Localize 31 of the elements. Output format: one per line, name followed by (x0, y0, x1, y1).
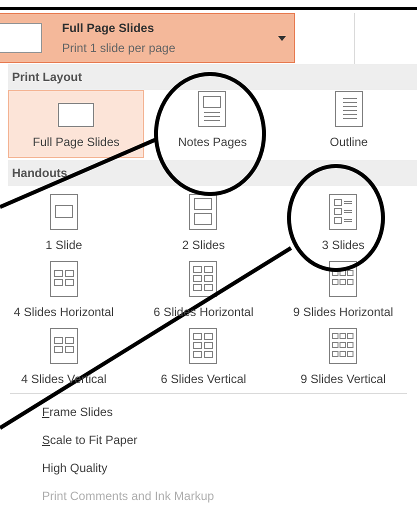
section-header: Print Layout (11, 69, 82, 86)
menu-option[interactable]: Scale to Fit Paper (42, 426, 417, 454)
page-layout-icon (334, 91, 363, 127)
page-layout-icon (329, 194, 358, 230)
layout-option[interactable]: Outline (280, 90, 417, 158)
layout-option[interactable]: 1 Slide (0, 190, 134, 257)
dropdown-title: Full Page Slides (62, 20, 156, 37)
layout-dropdown[interactable]: Full Page Slides Print 1 slide per page (0, 13, 295, 63)
layout-option[interactable]: Full Page Slides (8, 90, 144, 158)
page-layout-icon (50, 328, 78, 364)
layout-option[interactable]: 6 Slides Vertical (134, 324, 274, 391)
page-layout-icon (189, 328, 218, 364)
menu-option[interactable]: High Quality (42, 454, 417, 482)
page-layout-icon (58, 103, 94, 127)
page-layout-icon (50, 194, 78, 230)
page-layout-icon (50, 261, 78, 297)
dropdown-arrow-icon (278, 36, 286, 41)
page-layout-icon (198, 91, 226, 127)
layout-option[interactable]: 9 Slides Vertical (273, 324, 413, 391)
dropdown-subtitle: Print 1 slide per page (62, 40, 176, 57)
layout-option[interactable]: 9 Slides Horizontal (273, 257, 413, 324)
section-header: Handouts (11, 165, 68, 182)
page-layout-icon (329, 328, 358, 364)
layout-option[interactable]: 2 Slides (134, 190, 274, 257)
layout-option[interactable]: Notes Pages (144, 90, 281, 158)
page-layout-icon (189, 194, 218, 230)
layout-option[interactable]: 4 Slides Horizontal (0, 257, 134, 324)
page-layout-icon (189, 261, 218, 297)
menu-option[interactable]: Frame Slides (42, 398, 417, 426)
slide-thumbnail-icon (0, 23, 42, 53)
layout-option[interactable]: 3 Slides (273, 190, 413, 257)
